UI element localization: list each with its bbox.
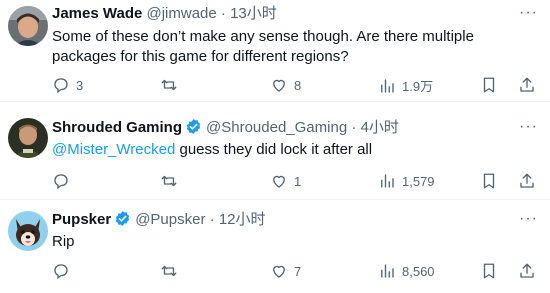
reply-button[interactable] (52, 262, 76, 280)
more-icon[interactable]: ··· (519, 118, 538, 136)
reply-button[interactable]: 3 (52, 76, 83, 94)
timestamp[interactable]: 4小时 (361, 119, 399, 136)
verified-badge-icon (114, 210, 131, 233)
bookmark-button[interactable] (480, 262, 498, 280)
tweet-pupsker[interactable]: Pupsker @Pupsker · 12小时 ··· Rip 7 8,560 (0, 200, 550, 293)
avatar-shrouded-gaming[interactable] (8, 118, 48, 158)
separator-dot: · (220, 5, 226, 22)
tweet-james-wade[interactable]: James Wade @jimwade · 13小时 ··· Some of t… (0, 0, 550, 101)
retweet-button[interactable] (160, 172, 184, 190)
like-count: 8 (294, 77, 302, 93)
bookmark-button[interactable] (480, 76, 498, 94)
author-name[interactable]: James Wade (52, 5, 142, 22)
reply-count: 3 (76, 77, 84, 93)
share-icon (520, 263, 534, 278)
bookmark-icon (483, 77, 495, 93)
reply-button[interactable] (52, 172, 76, 190)
like-icon (273, 175, 285, 188)
tweet-text-content: Rip (52, 233, 75, 250)
reply-icon (54, 78, 68, 94)
timestamp[interactable]: 13小时 (230, 5, 277, 22)
like-button[interactable]: 1 (270, 172, 301, 190)
share-icon (520, 77, 534, 92)
tweet-text: Some of these don’t make any sense thoug… (52, 27, 532, 67)
bookmark-icon (483, 263, 495, 279)
author-handle[interactable]: @Shrouded_Gaming (206, 119, 347, 136)
share-button[interactable] (518, 172, 536, 190)
tweet-text: @Mister_Wrecked guess they did lock it a… (52, 140, 532, 160)
retweet-icon (161, 79, 177, 91)
views-icon (381, 78, 394, 93)
views-button[interactable]: 1,579 (378, 172, 435, 190)
views-button[interactable]: 8,560 (378, 262, 435, 280)
like-icon (273, 79, 285, 92)
retweet-button[interactable] (160, 76, 184, 94)
like-button[interactable]: 7 (270, 262, 301, 280)
views-count: 1,579 (402, 173, 435, 189)
tweet-header: Shrouded Gaming @Shrouded_Gaming · 4小时 (52, 118, 399, 141)
views-count: 8,560 (402, 263, 435, 279)
tweet-header: Pupsker @Pupsker · 12小时 (52, 210, 266, 233)
views-icon (381, 174, 394, 188)
action-bar: 7 8,560 (52, 262, 536, 282)
separator-dot: · (351, 119, 357, 136)
avatar-james-wade[interactable] (8, 6, 48, 46)
author-name[interactable]: Pupsker (52, 211, 111, 228)
tweet-header: James Wade @jimwade · 13小时 (52, 4, 277, 24)
like-count: 1 (294, 173, 302, 189)
views-icon (381, 264, 394, 278)
like-count: 7 (294, 263, 302, 279)
like-button[interactable]: 8 (270, 76, 301, 94)
views-count: 1.9万 (402, 79, 434, 94)
share-icon (520, 173, 534, 188)
bookmark-icon (483, 173, 495, 189)
more-icon[interactable]: ··· (519, 210, 538, 228)
mention-link[interactable]: @Mister_Wrecked (52, 141, 175, 158)
action-bar: 3 8 1.9万 (52, 76, 536, 96)
tweet-text-content: Some of these don’t make any sense thoug… (52, 28, 474, 65)
reply-icon (54, 174, 68, 190)
share-button[interactable] (518, 262, 536, 280)
reply-icon (54, 264, 68, 280)
verified-badge-icon (185, 118, 202, 141)
tweet-text-content: guess they did lock it after all (175, 141, 373, 158)
avatar-pupsker[interactable] (8, 211, 48, 251)
tweet-shrouded-gaming[interactable]: Shrouded Gaming @Shrouded_Gaming · 4小时 ··… (0, 102, 550, 199)
retweet-icon (161, 175, 177, 187)
author-name[interactable]: Shrouded Gaming (52, 119, 182, 136)
bookmark-button[interactable] (480, 172, 498, 190)
author-handle[interactable]: @Pupsker (135, 211, 205, 228)
retweet-icon (161, 265, 177, 277)
retweet-button[interactable] (160, 262, 184, 280)
like-icon (273, 265, 285, 278)
author-handle[interactable]: @jimwade (147, 5, 217, 22)
tweet-text: Rip (52, 232, 532, 252)
timestamp[interactable]: 12小时 (219, 211, 266, 228)
separator-dot: · (209, 211, 215, 228)
views-button[interactable]: 1.9万 (378, 76, 433, 95)
action-bar: 1 1,579 (52, 172, 536, 192)
share-button[interactable] (518, 76, 536, 94)
more-icon[interactable]: ··· (519, 4, 538, 22)
